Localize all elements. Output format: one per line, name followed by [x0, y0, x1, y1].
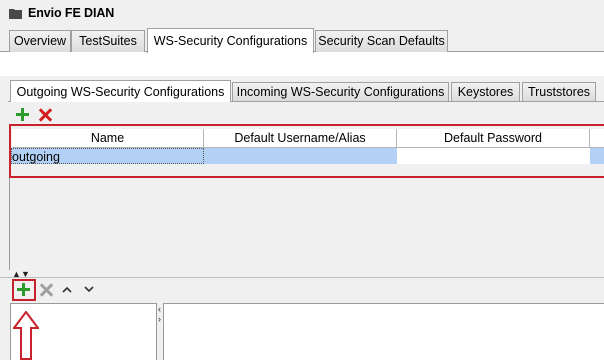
tab-label: Keystores [457, 85, 514, 99]
annotation-highlight-box [9, 124, 604, 178]
tab-label: Security Scan Defaults [318, 34, 445, 48]
tab-testsuites[interactable]: TestSuites [71, 30, 145, 52]
tab-label: Outgoing WS-Security Configurations [16, 85, 225, 99]
collapse-left-icon[interactable]: ‹ [158, 305, 161, 314]
pane-divider[interactable]: ‹ › [157, 303, 164, 360]
tab-label: TestSuites [79, 34, 137, 48]
arrow-up-outline-icon [13, 311, 39, 360]
tab-outgoing-ws-security[interactable]: Outgoing WS-Security Configurations [10, 80, 231, 102]
tab-label: Overview [13, 34, 67, 48]
window-title: Envio FE DIAN [28, 6, 115, 20]
tab-ws-security-configurations[interactable]: WS-Security Configurations [147, 28, 314, 53]
move-up-icon[interactable] [62, 286, 72, 293]
move-down-icon[interactable] [84, 286, 94, 293]
tab-truststores[interactable]: Truststores [522, 82, 596, 101]
tab-security-scan-defaults[interactable]: Security Scan Defaults [315, 30, 448, 52]
plus-icon[interactable] [16, 108, 29, 121]
tab-incoming-ws-security[interactable]: Incoming WS-Security Configurations [232, 82, 449, 101]
tab-label: Incoming WS-Security Configurations [236, 85, 445, 99]
folder-icon [9, 9, 22, 19]
collapse-right-icon[interactable]: › [158, 315, 161, 324]
entry-detail-pane [164, 303, 604, 360]
tab-label: Truststores [527, 85, 591, 99]
delete-icon[interactable] [38, 108, 52, 122]
tab-label: WS-Security Configurations [153, 34, 308, 48]
remove-icon[interactable] [39, 283, 53, 297]
window-title-bar: Envio FE DIAN [0, 0, 604, 27]
tab-keystores[interactable]: Keystores [451, 82, 520, 101]
tab-overview[interactable]: Overview [9, 30, 71, 52]
annotation-add-highlight [12, 279, 36, 301]
